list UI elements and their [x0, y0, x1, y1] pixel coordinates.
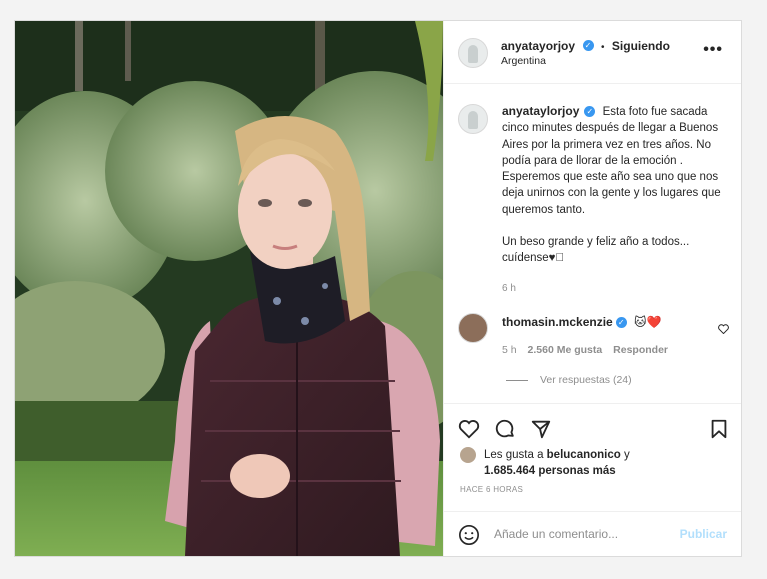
dot-separator: •: [600, 42, 605, 53]
likes-prefix: Les gusta a: [484, 449, 547, 461]
post-sidebar: anyatayorjoy ✓ • Siguiendo Argentina •••…: [443, 21, 741, 556]
comment-meta: 5 h 2.560 Me gusta Responder: [502, 344, 668, 356]
view-replies-button[interactable]: Ver respuestas (24): [506, 374, 632, 386]
comment-icon[interactable]: [494, 418, 516, 440]
verified-badge-icon: ✓: [584, 106, 596, 118]
comment-input[interactable]: Añade un comentario...: [494, 527, 618, 541]
add-comment-bar: Añade un comentario... Publicar: [444, 511, 741, 557]
more-options-icon[interactable]: •••: [703, 41, 723, 59]
comment-line: thomasin.mckenzie ✓ 🐱❤️: [502, 315, 662, 329]
likes-summary: Les gusta a belucanonico y 1.685.464 per…: [460, 447, 630, 479]
view-replies-label: Ver respuestas (24): [540, 374, 632, 386]
verified-badge-icon: ✓: [615, 317, 627, 329]
liker-avatar[interactable]: [460, 447, 476, 463]
replies-divider: [506, 379, 528, 381]
author-line: anyatayorjoy ✓ • Siguiendo: [501, 37, 670, 55]
likes-suffix: y: [620, 449, 630, 461]
instagram-post: anyatayorjoy ✓ • Siguiendo Argentina •••…: [14, 20, 742, 557]
bookmark-icon[interactable]: [708, 418, 730, 440]
share-icon[interactable]: [530, 418, 552, 440]
heart-icon[interactable]: [458, 418, 480, 440]
publish-button[interactable]: Publicar: [680, 527, 727, 541]
comment-like-icon[interactable]: [718, 321, 729, 339]
caption-time[interactable]: 6 h: [502, 281, 730, 297]
caption-text: Esta foto fue sacada cinco minutes despu…: [502, 106, 721, 216]
commenter-avatar[interactable]: [458, 313, 488, 343]
caption-text-2: Un beso grande y feliz año a todos... cu…: [502, 236, 690, 265]
comment-time[interactable]: 5 h: [502, 344, 517, 356]
following-button[interactable]: Siguiendo: [612, 39, 670, 53]
location-link[interactable]: Argentina: [501, 55, 546, 67]
liker-username[interactable]: belucanonico: [547, 449, 621, 461]
post-timestamp[interactable]: HACE 6 HORAS: [460, 485, 523, 494]
author-username[interactable]: anyatayorjoy: [501, 39, 575, 53]
verified-badge-icon: ✓: [582, 40, 594, 52]
emoji-icon[interactable]: [458, 524, 480, 551]
post-header: anyatayorjoy ✓ • Siguiendo Argentina •••: [444, 21, 741, 84]
action-bar: [444, 403, 741, 444]
commenter-username[interactable]: thomasin.mckenzie: [502, 315, 613, 329]
comment-text: 🐱❤️: [634, 315, 662, 329]
caption-block: anyataylorjoy ✓ Esta foto fue sacada cinc…: [502, 103, 730, 297]
portrait-photo-image: [15, 21, 443, 556]
author-avatar[interactable]: [458, 38, 488, 68]
comment-likes[interactable]: 2.560 Me gusta: [528, 344, 603, 356]
reply-button[interactable]: Responder: [613, 344, 668, 356]
likes-count[interactable]: 1.685.464 personas más: [460, 463, 630, 479]
caption-avatar[interactable]: [458, 104, 488, 134]
caption-username[interactable]: anyataylorjoy: [502, 104, 579, 118]
post-photo[interactable]: [15, 21, 443, 556]
